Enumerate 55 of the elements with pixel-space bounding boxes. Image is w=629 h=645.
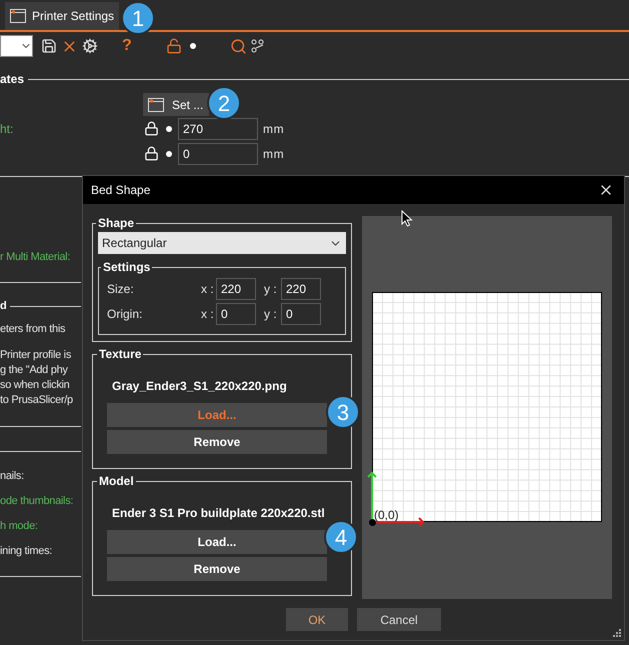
setting-label: r Multi Material: [0, 250, 70, 266]
group-title: Model [98, 473, 135, 490]
setting-label: ht: [0, 120, 14, 138]
save-icon[interactable] [41, 38, 57, 54]
set-button[interactable]: Set ... [143, 93, 209, 116]
group-title: Texture [98, 346, 142, 363]
setting-label: eters from this [0, 322, 66, 338]
number-field[interactable]: 0 [281, 303, 321, 325]
dialog-button[interactable]: Remove [107, 430, 327, 454]
help-glyph[interactable]: ? [122, 34, 132, 58]
settings-tab[interactable]: Printer Settings [5, 2, 120, 30]
pointer-icon [401, 210, 413, 227]
cancel-button[interactable]: Cancel [357, 608, 441, 631]
callout-badge: 2 [207, 86, 241, 120]
window-icon [148, 98, 164, 112]
description-text: Printer profile is g the "Add phy so when clickin to PrusaSlicer/p [0, 348, 74, 408]
lock-icon[interactable] [144, 146, 159, 161]
preset-dropdown[interactable] [0, 35, 33, 57]
number-field[interactable]: 220 [281, 278, 321, 300]
setting-label: h mode: [0, 519, 38, 534]
field-label: Size: [107, 281, 135, 298]
number-field[interactable]: 270 [178, 118, 258, 140]
section-header: d [0, 298, 6, 314]
setting-label: nails: [0, 469, 24, 484]
file-name: Ender 3 S1 Pro buildplate 220x220.stl [112, 505, 326, 522]
dialog-button[interactable]: Load... [107, 530, 327, 554]
axis-label: x : [201, 306, 215, 323]
group-title: Settings [102, 259, 152, 276]
number-field[interactable]: 220 [216, 278, 256, 300]
window-icon [10, 9, 26, 23]
ok-button[interactable]: OK [286, 608, 348, 631]
setting-label: ining times: [0, 544, 52, 560]
resize-grip-icon [613, 629, 621, 637]
unit-label: mm [263, 120, 284, 138]
axis-label: y : [263, 281, 278, 298]
lock-icon[interactable] [144, 121, 159, 136]
origin-label: (0,0) [374, 507, 399, 524]
settings-icon[interactable] [82, 38, 98, 54]
unlock-icon[interactable] [166, 38, 182, 54]
section-header: ates [0, 71, 24, 88]
unit-label: mm [263, 146, 284, 162]
number-field[interactable]: 0 [178, 142, 258, 164]
callout-badge: 1 [121, 1, 155, 35]
field-label: Origin: [107, 306, 144, 323]
group-title: Shape [97, 215, 136, 232]
file-name: Gray_Ender3_S1_220x220.png [112, 378, 288, 395]
shape-dropdown[interactable]: Rectangular [98, 232, 346, 254]
setting-label: ode thumbnails: [0, 494, 74, 510]
dialog-button[interactable]: Remove [107, 557, 327, 581]
number-field[interactable]: 0 [216, 303, 256, 325]
axis-label: x : [201, 281, 215, 298]
dialog-title: Bed Shape [91, 182, 150, 199]
compare-icon[interactable] [250, 39, 265, 53]
search-icon[interactable] [230, 38, 247, 54]
axis-label: y : [263, 306, 278, 323]
